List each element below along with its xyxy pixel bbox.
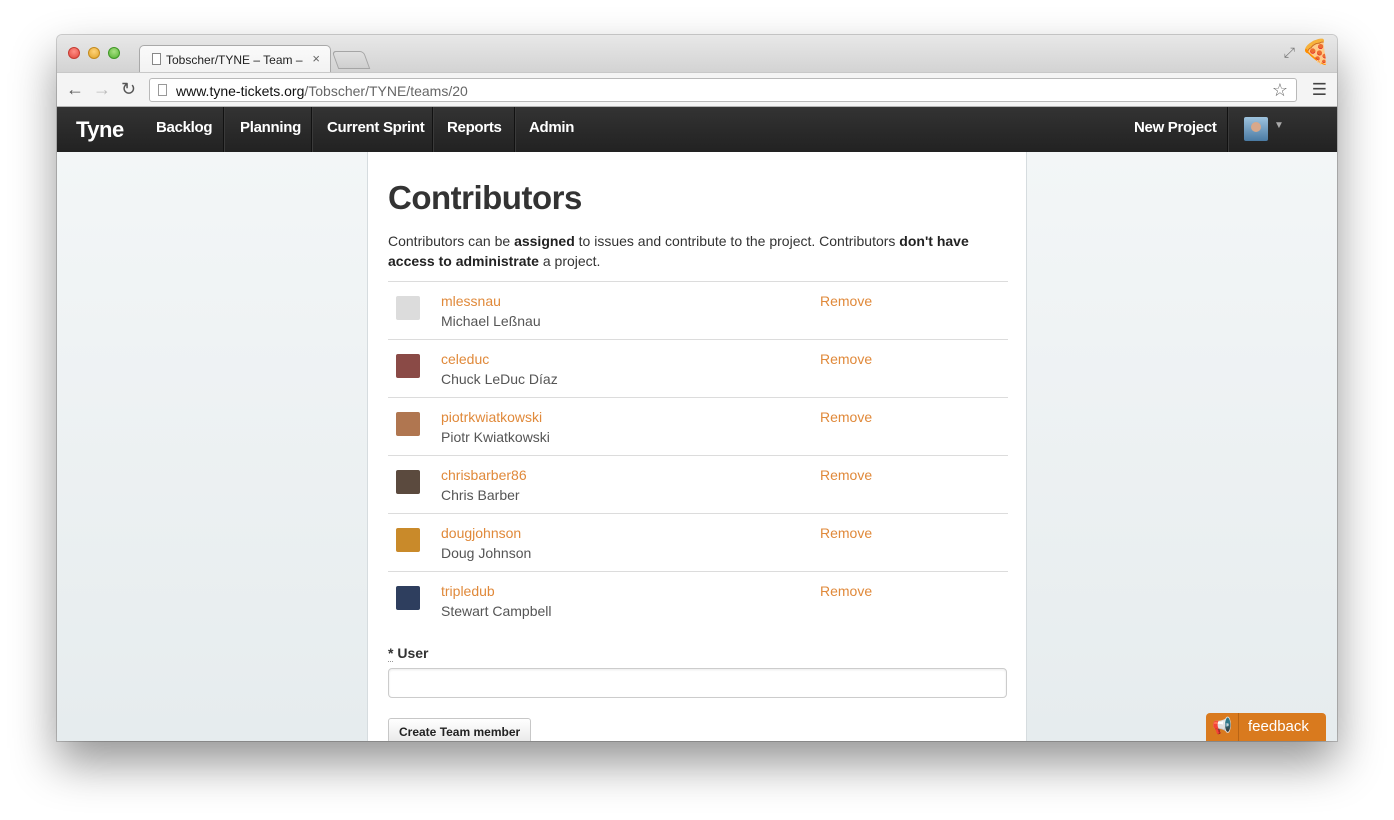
intro-text-part: a project. <box>538 253 601 269</box>
create-team-member-button[interactable]: Create Team member <box>388 718 532 741</box>
megaphone-icon: 📢 <box>1206 713 1239 741</box>
new-tab-button[interactable] <box>331 51 371 69</box>
member-full-name: Chris Barber <box>441 487 520 503</box>
feedback-button[interactable]: 📢 feedback <box>1206 713 1326 741</box>
remove-member-link[interactable]: Remove <box>820 525 872 541</box>
user-label-text: User <box>397 645 429 661</box>
intro-text-part: Contributors can be <box>388 233 515 249</box>
back-arrow-icon[interactable]: ← <box>66 79 84 99</box>
browser-titlebar: Tobscher/TYNE – Team – × ⤢ 🍕 <box>57 35 1337 73</box>
user-field-label: * User <box>388 645 429 662</box>
nav-backlog[interactable]: Backlog <box>140 107 228 152</box>
close-window-button[interactable] <box>68 47 80 59</box>
member-row: dougjohnson Doug Johnson Remove <box>388 513 1008 571</box>
browser-tab[interactable]: Tobscher/TYNE – Team – × <box>139 45 331 73</box>
fullscreen-icon[interactable]: ⤢ <box>1284 44 1295 61</box>
url-path: /Tobscher/TYNE/teams/20 <box>304 83 468 99</box>
remove-member-link[interactable]: Remove <box>820 583 872 599</box>
feedback-label: feedback <box>1248 718 1309 735</box>
url-text[interactable]: www.tyne-tickets.org/Tobscher/TYNE/teams… <box>176 83 468 99</box>
member-row: mlessnau Michael Leßnau Remove <box>388 281 1008 339</box>
member-row: celeduc Chuck LeDuc Díaz Remove <box>388 339 1008 397</box>
hamburger-menu-icon[interactable]: ☰ <box>1312 80 1327 100</box>
member-list: mlessnau Michael Leßnau Remove celeduc C… <box>388 281 1008 629</box>
page-background: Contributors Contributors can be assigne… <box>57 152 1337 741</box>
address-bar[interactable]: www.tyne-tickets.org/Tobscher/TYNE/teams… <box>149 78 1297 102</box>
member-avatar <box>396 586 420 610</box>
member-row: chrisbarber86 Chris Barber Remove <box>388 455 1008 513</box>
browser-toolbar: ← → ↻ www.tyne-tickets.org/Tobscher/TYNE… <box>57 72 1337 107</box>
main-panel: Contributors Contributors can be assigne… <box>367 152 1027 741</box>
page-icon <box>152 53 161 65</box>
member-avatar <box>396 296 420 320</box>
nav-divider <box>1227 107 1228 152</box>
member-avatar <box>396 528 420 552</box>
member-login-link[interactable]: chrisbarber86 <box>441 467 527 483</box>
member-full-name: Doug Johnson <box>441 545 532 561</box>
intro-text: Contributors can be assigned to issues a… <box>388 231 1008 271</box>
member-login-link[interactable]: piotrkwiatkowski <box>441 409 542 425</box>
member-row: piotrkwiatkowski Piotr Kwiatkowski Remov… <box>388 397 1008 455</box>
member-full-name: Piotr Kwiatkowski <box>441 429 550 445</box>
bookmark-star-icon[interactable]: ☆ <box>1272 80 1288 101</box>
member-login-link[interactable]: celeduc <box>441 351 489 367</box>
pizza-extension-icon[interactable]: 🍕 <box>1301 38 1331 67</box>
member-full-name: Michael Leßnau <box>441 313 541 329</box>
nav-admin[interactable]: Admin <box>513 107 590 152</box>
nav-reports[interactable]: Reports <box>431 107 518 152</box>
remove-member-link[interactable]: Remove <box>820 351 872 367</box>
user-avatar[interactable] <box>1244 117 1268 141</box>
browser-window: Tobscher/TYNE – Team – × ⤢ 🍕 ← → ↻ www.t… <box>57 35 1337 741</box>
new-project-link[interactable]: New Project <box>1118 107 1233 152</box>
remove-member-link[interactable]: Remove <box>820 467 872 483</box>
member-avatar <box>396 354 420 378</box>
nav-current-sprint[interactable]: Current Sprint <box>311 107 440 152</box>
tab-close-icon[interactable]: × <box>312 51 320 66</box>
member-full-name: Chuck LeDuc Díaz <box>441 371 558 387</box>
page-title: Contributors <box>388 179 582 216</box>
user-input[interactable] <box>388 668 1007 698</box>
tab-title: Tobscher/TYNE – Team – <box>166 53 303 67</box>
page-icon <box>158 84 167 96</box>
remove-member-link[interactable]: Remove <box>820 293 872 309</box>
required-marker: * <box>388 645 394 662</box>
member-login-link[interactable]: dougjohnson <box>441 525 521 541</box>
app-navbar: Tyne Backlog Planning Current Sprint Rep… <box>57 107 1337 152</box>
member-avatar <box>396 470 420 494</box>
member-login-link[interactable]: tripledub <box>441 583 495 599</box>
zoom-window-button[interactable] <box>108 47 120 59</box>
intro-text-part: to issues and contribute to the project.… <box>574 233 900 249</box>
member-login-link[interactable]: mlessnau <box>441 293 501 309</box>
chevron-down-icon[interactable]: ▼ <box>1274 120 1284 131</box>
intro-emphasis: assigned <box>514 233 575 249</box>
forward-arrow-icon[interactable]: → <box>93 79 111 99</box>
member-row: tripledub Stewart Campbell Remove <box>388 571 1008 629</box>
url-host: www.tyne-tickets.org <box>176 83 305 99</box>
member-avatar <box>396 412 420 436</box>
brand-logo[interactable]: Tyne <box>76 117 124 143</box>
minimize-window-button[interactable] <box>88 47 100 59</box>
remove-member-link[interactable]: Remove <box>820 409 872 425</box>
reload-icon[interactable]: ↻ <box>121 79 136 99</box>
nav-planning[interactable]: Planning <box>224 107 317 152</box>
member-full-name: Stewart Campbell <box>441 603 552 619</box>
